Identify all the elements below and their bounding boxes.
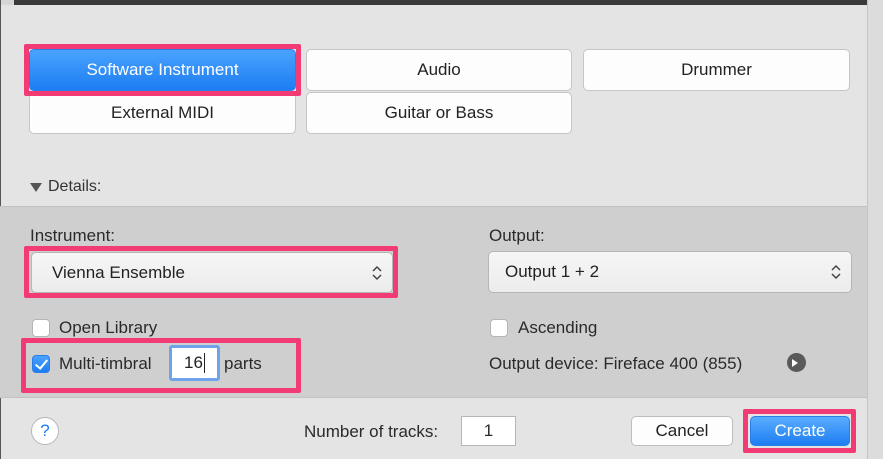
instrument-popup[interactable]: Vienna Ensemble: [31, 252, 393, 293]
output-value: Output 1 + 2: [505, 262, 600, 281]
cancel-button[interactable]: Cancel: [631, 416, 733, 446]
parts-value: 16: [184, 353, 203, 372]
output-label: Output:: [489, 226, 545, 245]
details-toggle-label: Details:: [48, 178, 102, 195]
track-type-guitar-or-bass[interactable]: Guitar or Bass: [306, 92, 572, 134]
track-type-label: External MIDI: [111, 103, 214, 122]
track-type-drummer[interactable]: Drummer: [583, 49, 850, 91]
multitimbral-label: Multi-timbral: [59, 354, 152, 373]
track-type-label: Software Instrument: [86, 60, 239, 79]
ascending-checkbox[interactable]: [490, 319, 508, 337]
create-button[interactable]: Create: [750, 416, 850, 446]
open-library-label: Open Library: [59, 318, 158, 337]
multitimbral-checkbox[interactable]: [32, 355, 50, 373]
text-caret: [203, 353, 205, 373]
track-type-label: Guitar or Bass: [384, 103, 494, 122]
window-corner: [0, 0, 14, 5]
window-top-edge: [0, 0, 883, 5]
tracks-input[interactable]: 1: [461, 416, 516, 446]
parts-label: parts: [224, 354, 262, 373]
help-button[interactable]: ?: [31, 417, 59, 445]
instrument-label: Instrument:: [30, 226, 116, 245]
track-type-external-midi[interactable]: External MIDI: [29, 92, 296, 134]
ascending-label: Ascending: [518, 318, 598, 337]
create-label: Create: [774, 421, 826, 440]
open-library-checkbox[interactable]: [32, 319, 50, 337]
cancel-label: Cancel: [655, 421, 709, 440]
track-type-audio[interactable]: Audio: [306, 49, 572, 91]
parts-input[interactable]: 16: [169, 345, 220, 381]
track-type-label: Audio: [417, 60, 461, 79]
track-type-label: Drummer: [681, 60, 752, 79]
output-popup[interactable]: Output 1 + 2: [488, 251, 852, 293]
track-type-software-instrument[interactable]: Software Instrument: [29, 49, 296, 91]
tracks-label: Number of tracks:: [304, 422, 439, 441]
arrow-right-icon[interactable]: [787, 353, 806, 372]
instrument-value: Vienna Ensemble: [52, 262, 185, 282]
window-right-edge: [867, 0, 883, 459]
details-toggle[interactable]: Details:: [30, 178, 101, 196]
tracks-value: 1: [483, 421, 494, 440]
chevron-updown-icon: [372, 265, 382, 280]
chevron-updown-icon: [831, 264, 841, 280]
output-device-text: Output device: Fireface 400 (855): [489, 354, 743, 373]
help-label: ?: [40, 421, 50, 440]
disclosure-triangle-icon: [30, 182, 42, 192]
